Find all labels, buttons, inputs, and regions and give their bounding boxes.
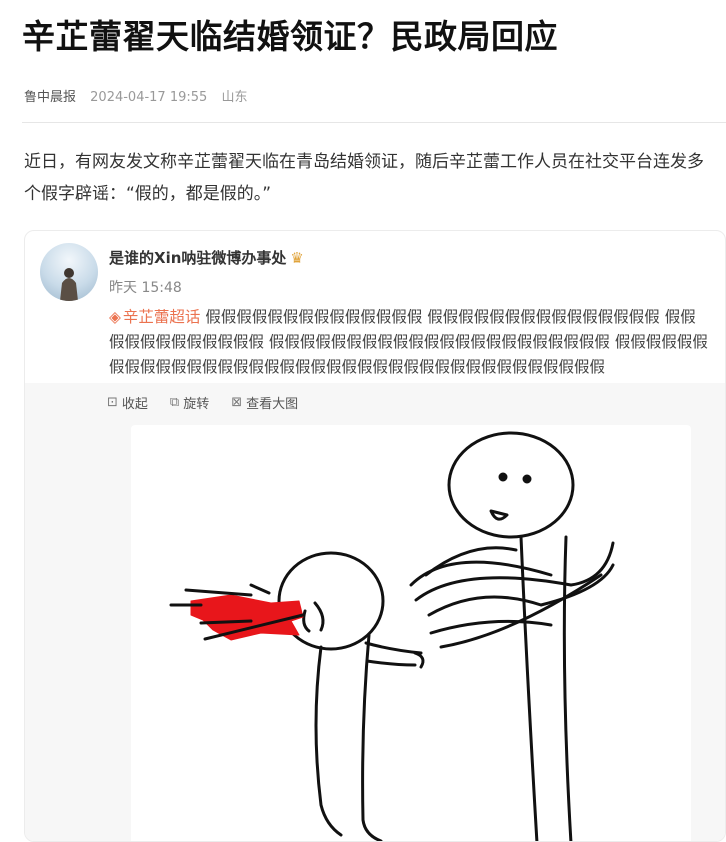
weibo-username[interactable]: 是谁的Xin呐驻微博办事处 ♛ xyxy=(109,247,304,268)
stick-figure-drawing xyxy=(169,431,615,841)
article-paragraph: 近日，有网友发文称辛芷蕾翟天临在青岛结婚领证，随后辛芷蕾工作人员在社交平台连发多… xyxy=(24,152,704,204)
super-topic-tag[interactable]: 辛芷蕾超话 xyxy=(123,308,201,326)
post-content: ◈ 辛芷蕾超话 假假假假假假假假假假假假假假 假假假假假假假假假假假假假假假 假假… xyxy=(109,305,709,380)
post-time: 昨天 15:48 xyxy=(109,280,182,296)
weibo-embed-card: 是谁的Xin呐驻微博办事处 ♛ 昨天 15:48 ◈ 辛芷蕾超话 假假假假假假假假假… xyxy=(24,230,726,842)
article-title: 辛芷蕾翟天临结婚领证？民政局回应 xyxy=(22,17,558,56)
collect-button[interactable]: ⊡ 收起 xyxy=(107,393,148,412)
rotate-icon: ⧉ xyxy=(169,395,180,410)
view-large-label: 查看大图 xyxy=(246,397,299,412)
super-topic-icon: ◈ xyxy=(109,308,121,326)
image-area: ⊡ 收起 ⧉ 旋转 ⊠ 查看大图 xyxy=(25,383,725,841)
view-large-button[interactable]: ⊠ 查看大图 xyxy=(231,393,298,412)
article-meta: 鲁中晨报 2024-04-17 19:55 山东 xyxy=(24,86,257,105)
divider xyxy=(22,122,726,123)
post-image[interactable] xyxy=(131,425,691,841)
avatar[interactable] xyxy=(40,243,98,301)
magnify-icon: ⊠ xyxy=(231,395,243,410)
location: 山东 xyxy=(221,90,248,105)
image-toolbar: ⊡ 收起 ⧉ 旋转 ⊠ 查看大图 xyxy=(107,393,298,412)
crown-icon: ♛ xyxy=(290,249,304,267)
source-name[interactable]: 鲁中晨报 xyxy=(24,90,76,105)
collect-label: 收起 xyxy=(121,397,148,412)
rotate-label: 旋转 xyxy=(183,397,210,412)
publish-date: 2024-04-17 19:55 xyxy=(90,90,208,105)
rotate-button[interactable]: ⧉ 旋转 xyxy=(170,393,209,412)
username-text: 是谁的Xin呐驻微博办事处 xyxy=(109,249,287,267)
collapse-icon: ⊡ xyxy=(107,395,118,410)
